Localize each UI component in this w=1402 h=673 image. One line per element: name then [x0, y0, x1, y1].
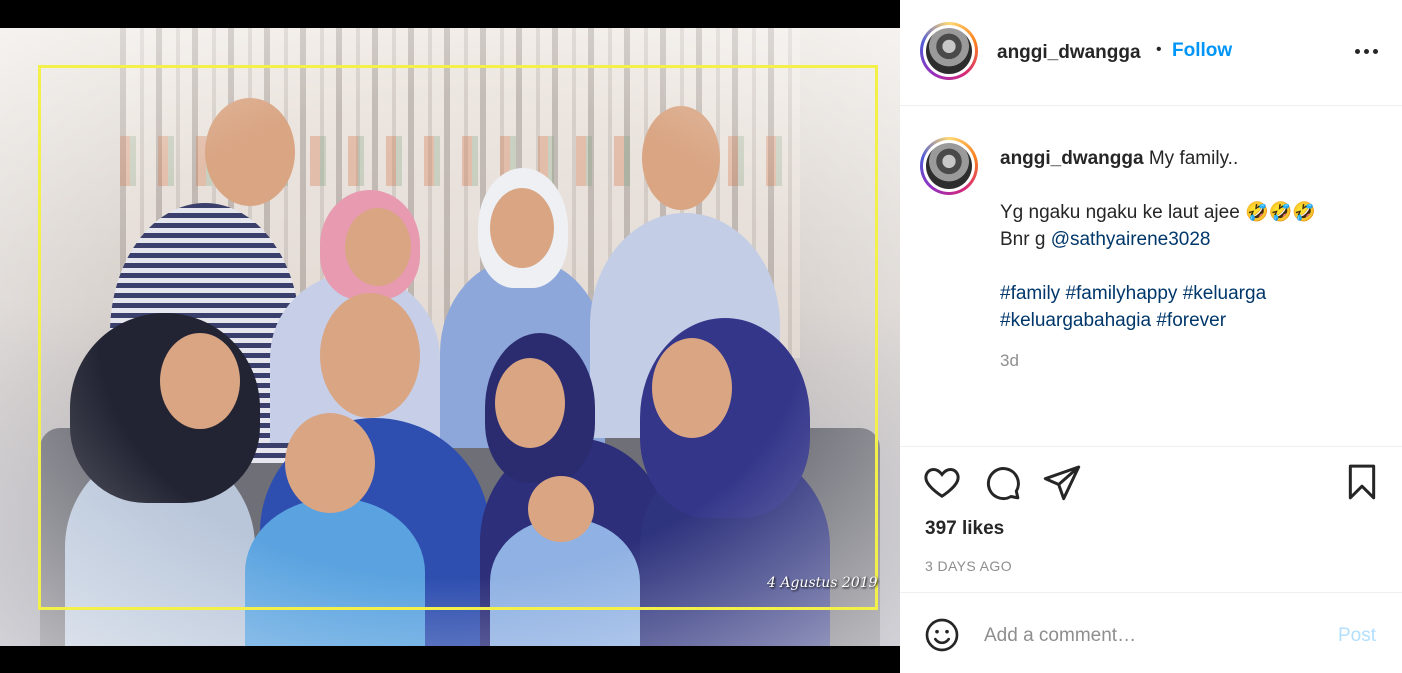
comment-input[interactable] — [984, 621, 1314, 651]
separator-dot: • — [1156, 41, 1162, 58]
post-header: anggi_dwangga • Follow — [900, 0, 1402, 106]
caption-section: anggi_dwangga My family.. Yg ngaku ngaku… — [900, 107, 1402, 447]
caption-username[interactable]: anggi_dwangga — [1000, 148, 1144, 169]
photo-date-stamp: 4 Agustus 2019 — [767, 575, 878, 591]
paper-plane-icon[interactable] — [1042, 462, 1082, 502]
caption-text: anggi_dwangga My family.. Yg ngaku ngaku… — [1000, 145, 1390, 334]
smiley-icon[interactable] — [922, 615, 962, 655]
caption-line1: My family.. — [1148, 148, 1239, 169]
laughing-emoji: 🤣🤣🤣 — [1245, 202, 1317, 223]
author-avatar[interactable] — [920, 22, 978, 80]
caption-line2: Yg ngaku ngaku ke laut ajee — [1000, 202, 1240, 223]
follow-button[interactable]: Follow — [1172, 40, 1232, 62]
post-media[interactable]: 4 Agustus 2019 — [0, 0, 900, 673]
speech-bubble-icon[interactable] — [982, 462, 1022, 502]
bookmark-icon[interactable] — [1342, 462, 1382, 502]
mention-link[interactable]: @sathyairene3028 — [1051, 229, 1211, 250]
more-options-icon[interactable] — [1352, 36, 1380, 66]
caption-relative-time[interactable]: 3d — [1000, 351, 1019, 371]
avatar-image — [926, 143, 972, 189]
avatar-image — [926, 28, 972, 74]
post-date[interactable]: 3 DAYS AGO — [925, 558, 1012, 574]
yellow-frame — [38, 65, 878, 610]
hashtags-line1[interactable]: #family #familyhappy #keluarga — [1000, 280, 1390, 307]
caption-line3-prefix: Bnr g — [1000, 229, 1046, 250]
post-comment-button[interactable]: Post — [1338, 625, 1376, 647]
post-sidebar: anggi_dwangga • Follow anggi_dwangga My … — [900, 0, 1402, 673]
action-bar — [900, 462, 1402, 512]
hashtags-line2[interactable]: #keluargabahagia #forever — [1000, 307, 1390, 334]
caption-avatar[interactable] — [920, 137, 978, 195]
comment-box: Post — [900, 592, 1402, 673]
author-username[interactable]: anggi_dwangga — [997, 42, 1141, 64]
likes-count[interactable]: 397 likes — [925, 518, 1004, 540]
heart-icon[interactable] — [922, 462, 962, 502]
